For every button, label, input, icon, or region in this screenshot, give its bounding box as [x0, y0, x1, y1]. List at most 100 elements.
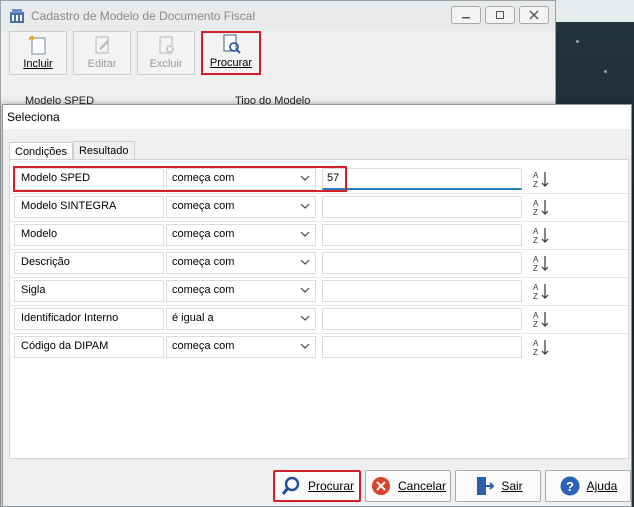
- chevron-down-icon: [300, 175, 310, 181]
- field-label: Modelo: [14, 224, 164, 246]
- dialog-title: Seleciona: [3, 105, 631, 129]
- row-divider: [10, 249, 628, 250]
- sort-az-icon[interactable]: A Z: [532, 281, 550, 301]
- svg-text:Z: Z: [533, 264, 538, 273]
- operator-value: começa com: [172, 228, 235, 240]
- sort-az-icon[interactable]: A Z: [532, 169, 550, 189]
- svg-text:Z: Z: [533, 208, 538, 217]
- svg-text:A: A: [533, 171, 539, 180]
- editar-label: Editar: [87, 58, 117, 70]
- sair-button[interactable]: Sair: [455, 470, 541, 502]
- svg-text:A: A: [533, 255, 539, 264]
- operator-select[interactable]: começa com: [166, 196, 316, 218]
- close-icon: [529, 10, 539, 20]
- new-document-icon: [28, 35, 46, 55]
- svg-text:Z: Z: [533, 292, 538, 301]
- minimize-icon: [462, 17, 470, 19]
- exit-door-icon: [477, 477, 495, 495]
- svg-text:A: A: [533, 199, 539, 208]
- delete-document-icon: [159, 36, 174, 54]
- search-document-icon: [223, 34, 241, 54]
- field-label: Identificador Interno: [14, 308, 164, 330]
- value-input[interactable]: [322, 336, 522, 358]
- sort-az-icon[interactable]: A Z: [532, 337, 550, 357]
- minimize-button[interactable]: [451, 6, 481, 24]
- field-label: Código da DIPAM: [14, 336, 164, 358]
- value-input[interactable]: [322, 308, 522, 330]
- dialog-footer: Procurar Cancelar Sair ? Ajuda: [3, 466, 631, 506]
- value-input[interactable]: [322, 224, 522, 246]
- sort-az-icon[interactable]: A Z: [532, 197, 550, 217]
- toolbar-procurar-button[interactable]: Procurar: [201, 31, 261, 75]
- condition-row: Modelo SINTEGRA começa com A Z: [14, 195, 550, 219]
- condition-row: Descrição começa com A Z: [14, 251, 550, 275]
- close-button[interactable]: [519, 6, 549, 24]
- svg-text:Z: Z: [533, 236, 538, 245]
- sort-az-icon[interactable]: A Z: [532, 225, 550, 245]
- field-label: Sigla: [14, 280, 164, 302]
- field-label: Modelo SINTEGRA: [14, 196, 164, 218]
- help-icon: ?: [560, 476, 580, 496]
- row-divider: [10, 221, 628, 222]
- procurar-label: Procurar: [209, 57, 253, 69]
- chevron-down-icon: [300, 343, 310, 349]
- seleciona-dialog: Seleciona Condições Resultado Modelo SPE…: [2, 104, 632, 507]
- chevron-down-icon: [300, 231, 310, 237]
- svg-text:A: A: [533, 227, 539, 236]
- tab-bar: Condições Resultado: [9, 141, 135, 161]
- operator-select[interactable]: começa com: [166, 336, 316, 358]
- svg-text:Z: Z: [533, 348, 538, 357]
- chevron-down-icon: [300, 287, 310, 293]
- value-input[interactable]: 57: [322, 168, 522, 190]
- svg-text:?: ?: [566, 479, 574, 494]
- operator-select[interactable]: é igual a: [166, 308, 316, 330]
- operator-value: é igual a: [172, 312, 214, 324]
- condition-row: Código da DIPAM começa com A Z: [14, 335, 550, 359]
- sort-az-icon[interactable]: A Z: [532, 253, 550, 273]
- operator-value: começa com: [172, 200, 235, 212]
- value-input[interactable]: [322, 252, 522, 274]
- toolbar: Incluir Editar Excluir Procurar: [9, 31, 261, 79]
- incluir-label: Incluir: [23, 58, 53, 70]
- editar-button[interactable]: Editar: [73, 31, 131, 75]
- svg-text:Z: Z: [533, 320, 538, 329]
- ajuda-button[interactable]: ? Ajuda: [545, 470, 631, 502]
- cancelar-button-label: Cancelar: [397, 479, 447, 493]
- cancelar-button[interactable]: Cancelar: [365, 470, 451, 502]
- tab-resultado[interactable]: Resultado: [72, 141, 135, 160]
- operator-value: começa com: [172, 284, 235, 296]
- operator-value: começa com: [172, 256, 235, 268]
- excluir-button[interactable]: Excluir: [137, 31, 195, 75]
- procurar-button-label: Procurar: [307, 479, 354, 493]
- chevron-down-icon: [300, 315, 310, 321]
- procurar-button[interactable]: Procurar: [273, 470, 361, 502]
- svg-text:A: A: [533, 339, 539, 348]
- ajuda-button-label: Ajuda: [586, 479, 618, 493]
- maximize-button[interactable]: [485, 6, 515, 24]
- field-label: Descrição: [14, 252, 164, 274]
- search-icon: [281, 476, 300, 495]
- row-divider: [10, 305, 628, 306]
- row-divider: [10, 277, 628, 278]
- operator-value: começa com: [172, 340, 235, 352]
- operator-select[interactable]: começa com: [166, 224, 316, 246]
- sort-az-icon[interactable]: A Z: [532, 309, 550, 329]
- operator-select[interactable]: começa com: [166, 280, 316, 302]
- excluir-label: Excluir: [149, 58, 183, 70]
- operator-select[interactable]: começa com: [166, 168, 316, 190]
- cancel-icon: [371, 477, 390, 495]
- value-input[interactable]: [322, 196, 522, 218]
- incluir-button[interactable]: Incluir: [9, 31, 67, 75]
- window-title: Cadastro de Modelo de Documento Fiscal: [31, 9, 256, 23]
- operator-select[interactable]: começa com: [166, 252, 316, 274]
- field-label: Modelo SPED: [14, 168, 164, 190]
- value-input[interactable]: [322, 280, 522, 302]
- svg-text:A: A: [533, 311, 539, 320]
- edit-document-icon: [95, 36, 109, 54]
- condition-row: Sigla começa com A Z: [14, 279, 550, 303]
- sair-button-label: Sair: [501, 479, 523, 493]
- maximize-icon: [496, 11, 504, 19]
- chevron-down-icon: [300, 259, 310, 265]
- app-icon: [10, 9, 24, 23]
- svg-text:A: A: [533, 283, 539, 292]
